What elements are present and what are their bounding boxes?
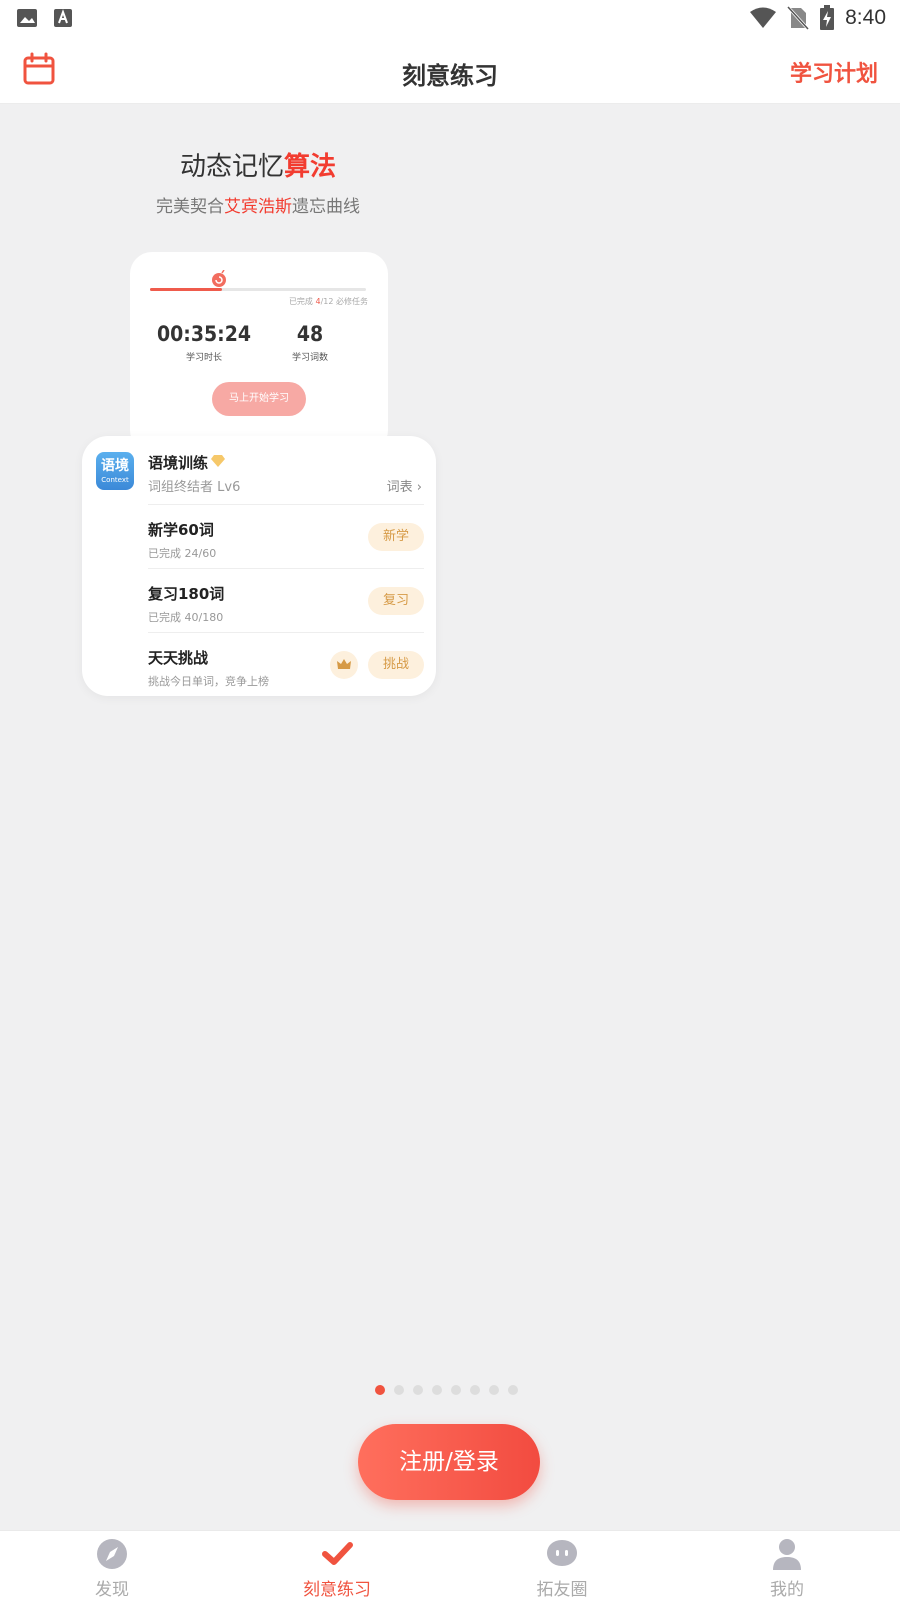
- hero-sub-post: 遗忘曲线: [292, 197, 360, 217]
- page-indicator[interactable]: [375, 1385, 518, 1395]
- study-duration-value: 00:35:24: [157, 322, 251, 346]
- study-plan-link[interactable]: 学习计划: [790, 56, 878, 88]
- study-duration-stat: 00:35:24 学习时长: [154, 322, 254, 363]
- compass-icon: [97, 1539, 127, 1569]
- start-study-button[interactable]: 马上开始学习: [212, 382, 306, 416]
- hero-title-plain: 动态记忆: [179, 152, 284, 182]
- pager-dot[interactable]: [394, 1385, 404, 1395]
- wifi-icon: [750, 7, 777, 28]
- chat-bubble-icon: [547, 1540, 577, 1566]
- pager-dot[interactable]: [451, 1385, 461, 1395]
- page-title: 刻意练习: [402, 62, 498, 90]
- app-icon-main-text: 语境: [101, 458, 129, 474]
- text-notification-icon: [54, 9, 72, 27]
- task-row-daily-challenge: 天天挑战 挑战今日单词，竞争上榜 挑战: [148, 632, 424, 694]
- progress-post: /12 必修任务: [320, 297, 368, 306]
- nav-label: 拓友圈: [536, 1580, 588, 1600]
- study-duration-label: 学习时长: [185, 353, 222, 363]
- status-time: 8:40: [845, 6, 886, 29]
- task-title: 天天挑战: [148, 649, 209, 667]
- leaderboard-button[interactable]: [330, 651, 358, 679]
- nav-label: 发现: [95, 1580, 129, 1600]
- progress-fill: [150, 288, 222, 291]
- register-login-button[interactable]: 注册/登录: [358, 1424, 540, 1500]
- pager-dot[interactable]: [470, 1385, 480, 1395]
- pager-dot[interactable]: [432, 1385, 442, 1395]
- progress-track: [150, 288, 366, 291]
- study-words-value: 48: [296, 322, 324, 346]
- context-training-title: 语境训练: [148, 454, 209, 472]
- task-row-new-words: 新学60词 已完成 24/60 新学: [148, 504, 424, 566]
- nav-friends-circle[interactable]: 拓友圈: [512, 1537, 612, 1600]
- progress-text: 已完成 4/12 必修任务: [289, 296, 368, 307]
- pager-dot[interactable]: [375, 1385, 385, 1395]
- nav-deliberate-practice[interactable]: 刻意练习: [287, 1537, 387, 1600]
- new-words-button[interactable]: 新学: [368, 523, 424, 551]
- nav-label: 我的: [770, 1580, 804, 1600]
- checkmark-icon: [322, 1542, 353, 1565]
- context-level: 词组终结者 Lv6: [148, 480, 241, 495]
- pager-dot[interactable]: [508, 1385, 518, 1395]
- status-bar: 8:40: [0, 0, 900, 36]
- study-words-label: 学习词数: [291, 353, 328, 363]
- task-description: 挑战今日单词，竞争上榜: [148, 675, 269, 688]
- crown-icon: [337, 659, 351, 669]
- hero-subtitle: 完美契合艾宾浩斯遗忘曲线: [0, 192, 516, 217]
- image-notification-icon: [17, 9, 37, 27]
- pager-dot[interactable]: [413, 1385, 423, 1395]
- snail-icon: [212, 270, 226, 287]
- bottom-nav: 发现 刻意练习 拓友圈 我的: [0, 1530, 900, 1600]
- task-row-review: 复习180词 已完成 40/180 复习: [148, 568, 424, 630]
- nav-label: 刻意练习: [303, 1580, 371, 1600]
- review-button[interactable]: 复习: [368, 587, 424, 615]
- context-app-icon: 语境 Context: [96, 452, 134, 490]
- nav-discover[interactable]: 发现: [62, 1537, 162, 1600]
- pager-dot[interactable]: [489, 1385, 499, 1395]
- hero-title: 动态记忆算法: [0, 146, 516, 183]
- wordlist-link[interactable]: 词表 ›: [387, 476, 422, 495]
- progress-pre: 已完成: [288, 297, 316, 306]
- progress-card: 已完成 4/12 必修任务 00:35:24 学习时长 48 学习词数 马上开始…: [130, 252, 388, 452]
- task-card: 语境 Context 语境训练 词组终结者 Lv6 词表 › 新学60词 已完成…: [82, 436, 436, 696]
- nav-me[interactable]: 我的: [737, 1537, 837, 1600]
- app-icon-sub-text: Context: [101, 476, 129, 484]
- task-progress: 已完成 24/60: [148, 547, 217, 560]
- battery-charging-icon: [820, 5, 835, 30]
- hero-sub-accent: 艾宾浩斯: [224, 197, 292, 217]
- status-notifications: [16, 8, 74, 28]
- task-title: 新学60词: [148, 521, 214, 539]
- task-progress: 已完成 40/180: [148, 611, 224, 624]
- task-title: 复习180词: [148, 585, 225, 603]
- challenge-button[interactable]: 挑战: [368, 651, 424, 679]
- person-icon: [773, 1539, 801, 1570]
- hero-sub-pre: 完美契合: [156, 197, 224, 217]
- hero-title-accent: 算法: [284, 152, 337, 182]
- status-indicators: 8:40: [749, 5, 886, 31]
- header: 刻意练习 学习计划: [0, 36, 900, 104]
- study-words-stat: 48 学习词数: [260, 322, 360, 363]
- no-sim-icon: [787, 6, 810, 30]
- vip-diamond-icon: [211, 455, 225, 467]
